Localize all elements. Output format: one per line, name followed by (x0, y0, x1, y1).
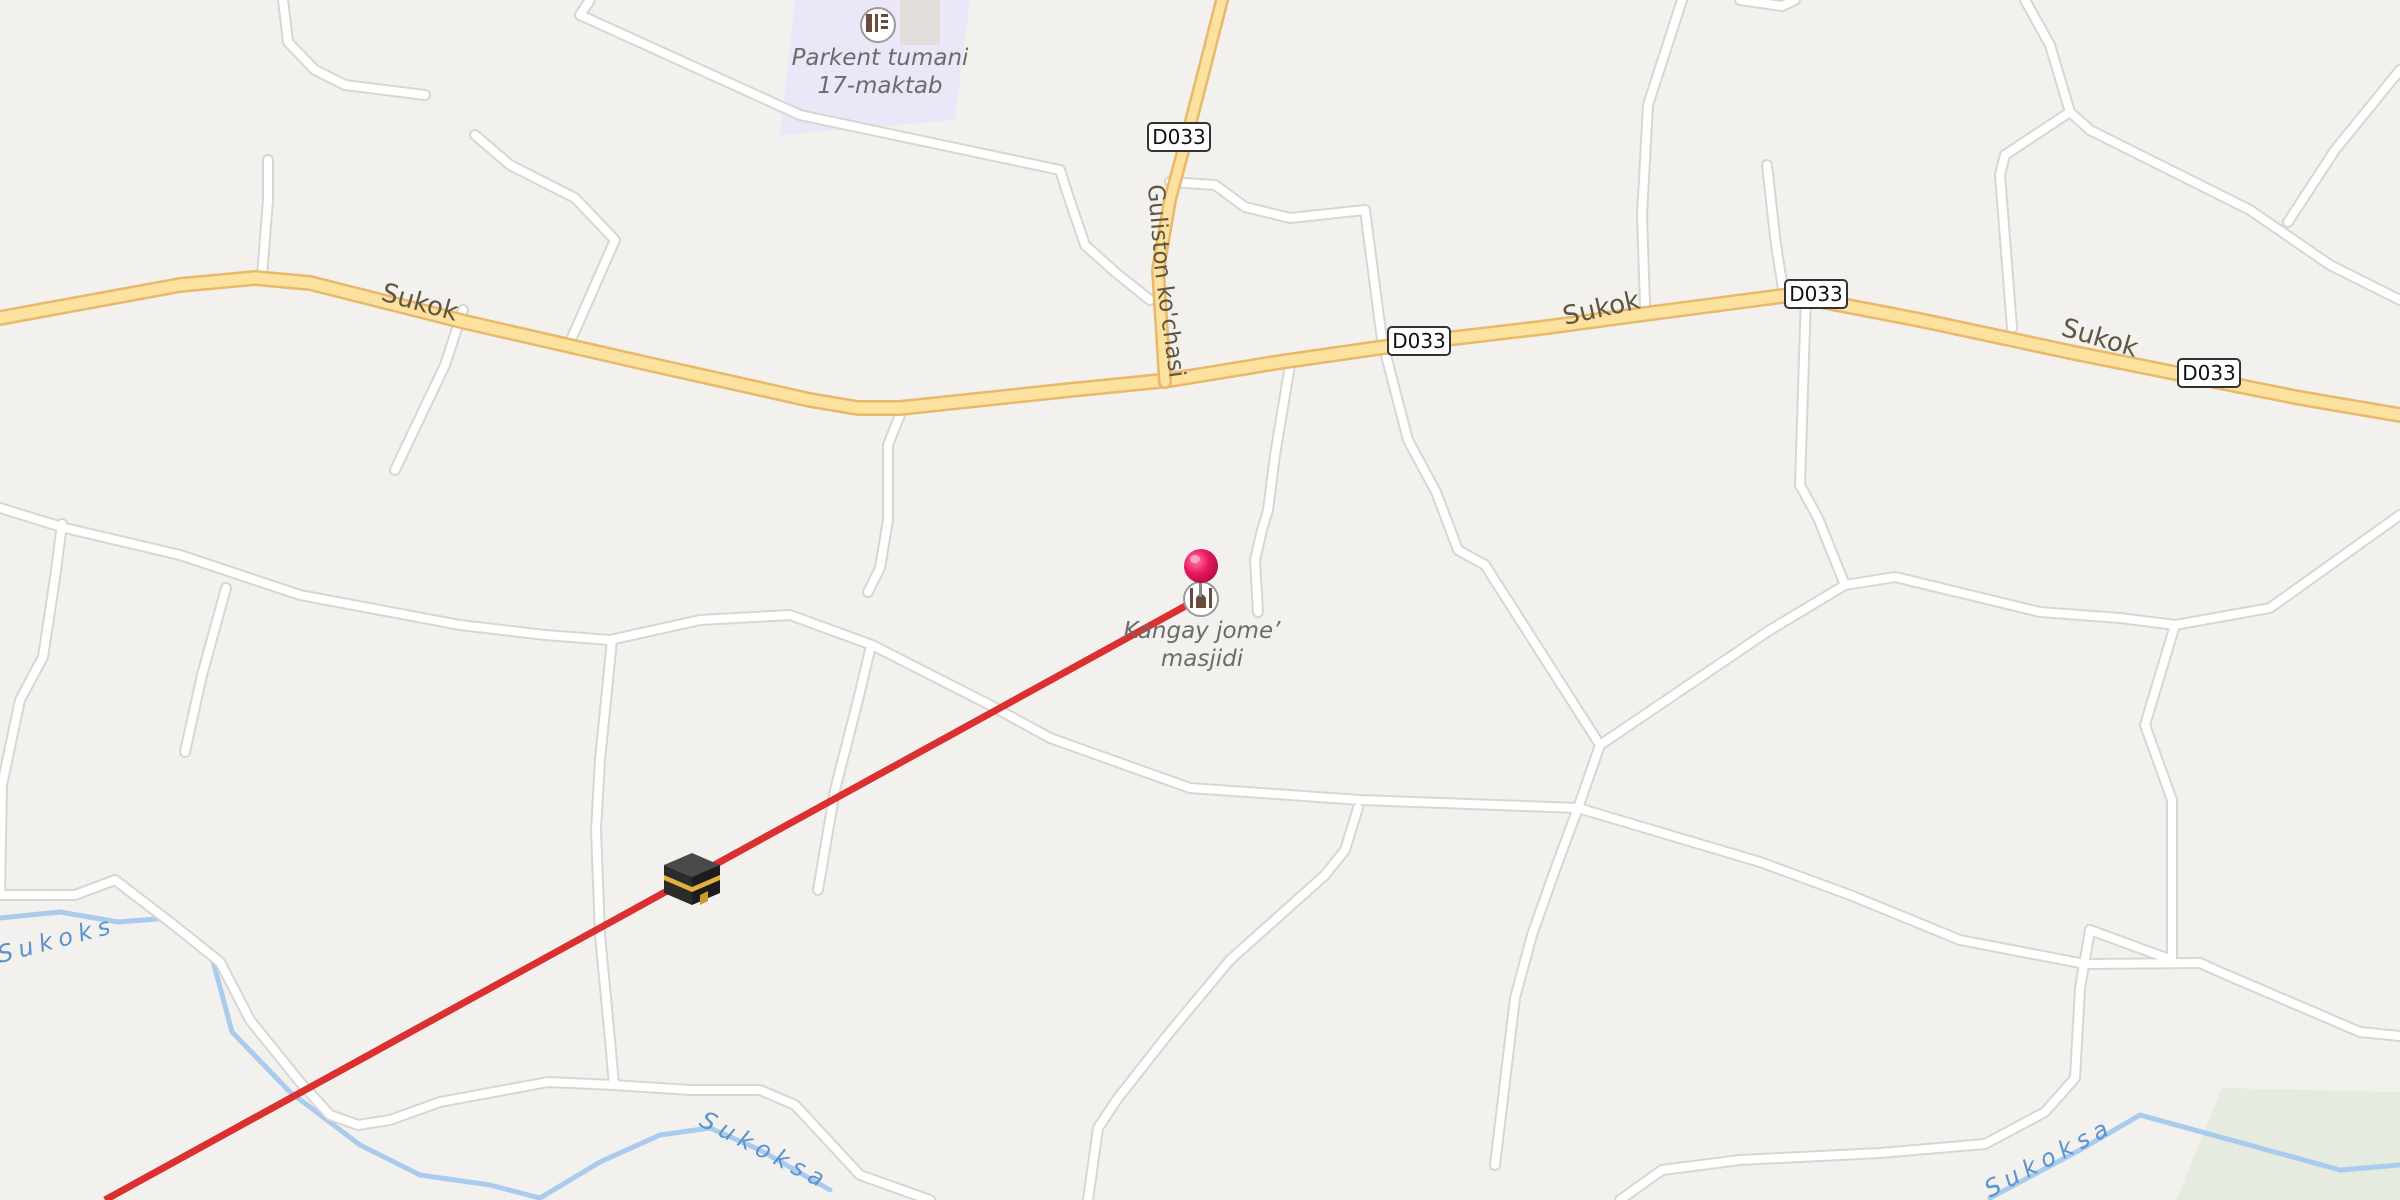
road-shield-d033: D033 (2177, 358, 2241, 388)
road-sukok[interactable] (0, 270, 2400, 423)
kaaba-icon[interactable] (664, 853, 720, 905)
school-icon (860, 7, 896, 43)
svg-text:D033: D033 (1392, 329, 1446, 353)
map-canvas[interactable]: Sukok Sukok Sukok Guliston ko'chasi D033… (0, 0, 2400, 1200)
river-label-sukoksay: Sukoksay (0, 0, 119, 969)
svg-text:D033: D033 (1152, 125, 1206, 149)
poi-label-mosque: Kangay jome’ (1124, 618, 1282, 644)
road-label-sukok: Sukok (378, 278, 461, 328)
qibla-direction-line (103, 594, 1202, 1200)
river-label-sukoksay: Sukoksay (0, 0, 834, 1195)
poi-label-school-line2: 17-maktab (817, 73, 942, 99)
road-label-guliston: Guliston ko'chasi (1142, 183, 1190, 379)
svg-text:D033: D033 (1789, 282, 1843, 306)
road-shield-d033: D033 (1784, 279, 1848, 309)
road-shield-d033: D033 (1147, 122, 1211, 152)
greenery-area (2176, 1088, 2400, 1200)
poi-label-school: Parkent tumani (792, 45, 969, 71)
svg-text:D033: D033 (2182, 361, 2236, 385)
poi-label-mosque-line2: masjidi (1161, 646, 1244, 672)
road-shield-d033: D033 (1387, 326, 1451, 356)
